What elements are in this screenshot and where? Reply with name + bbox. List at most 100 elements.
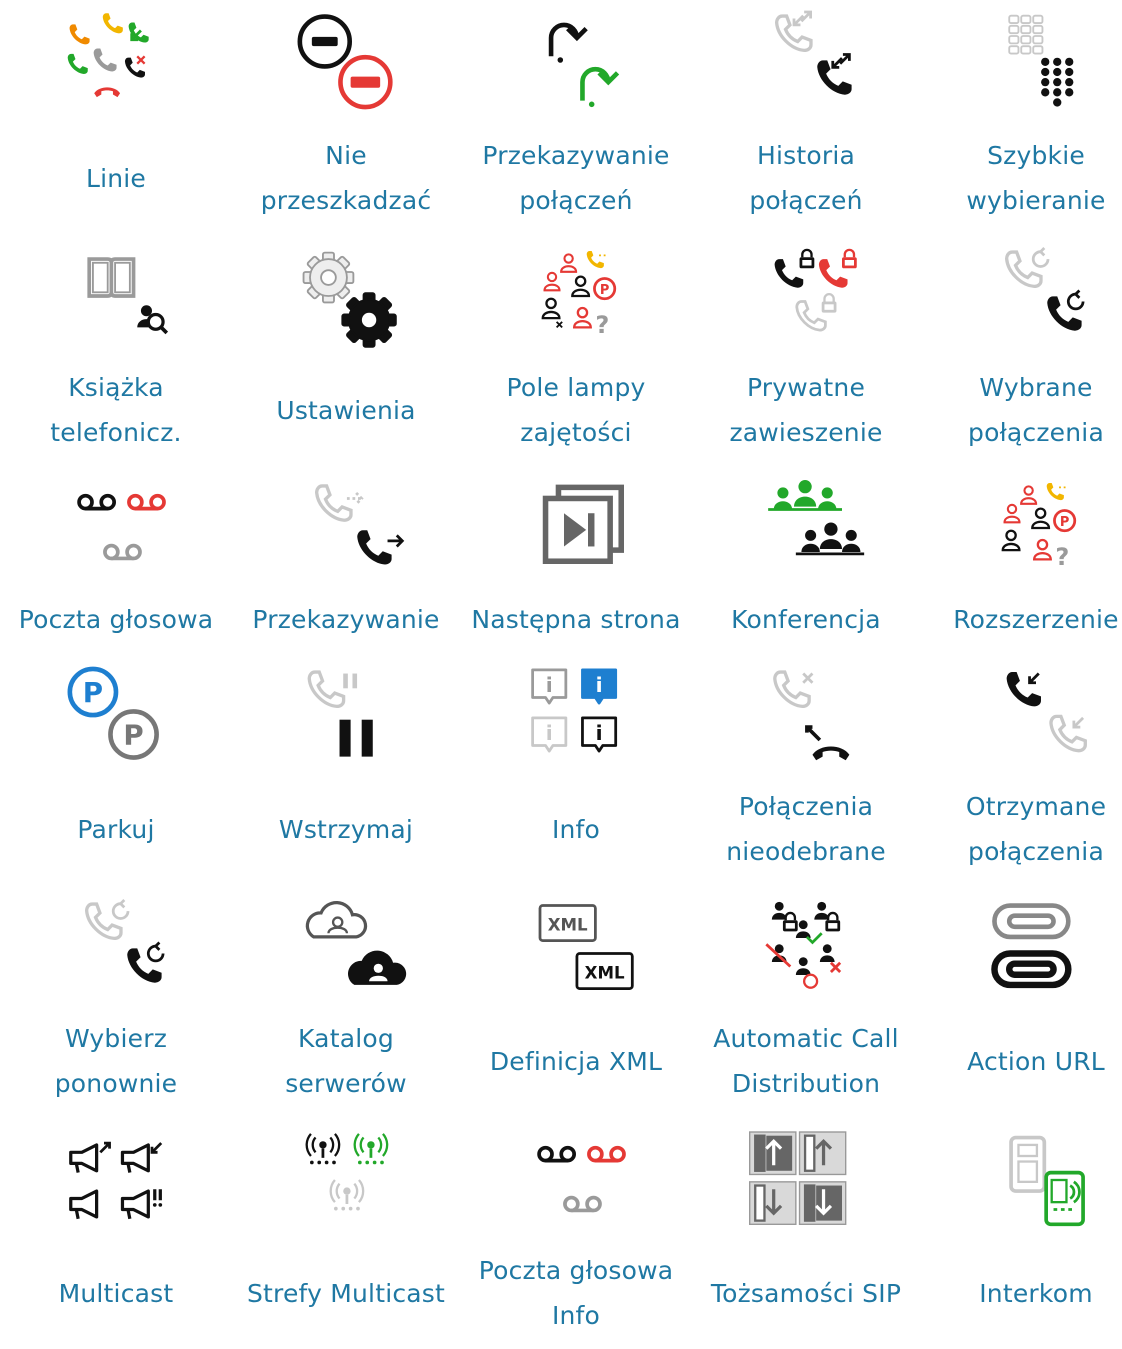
- tile-label: Poczta głosowa Info: [461, 1248, 691, 1338]
- xml-definition-icon: XML XML: [538, 904, 634, 990]
- function-key-tile[interactable]: Strefy Multicast: [231, 1120, 461, 1349]
- tile-label-line: połączenia: [968, 837, 1104, 866]
- tile-label-line: Tożsamości SIP: [710, 1278, 902, 1308]
- function-key-tile[interactable]: Tożsamości SIP: [691, 1120, 921, 1349]
- tile-label-line: ponownie: [54, 1069, 178, 1098]
- action-url-icon: [991, 903, 1072, 989]
- function-key-tile[interactable]: Wstrzymaj: [231, 656, 461, 885]
- svg-text:i: i: [596, 673, 603, 697]
- function-key-tile[interactable]: Ustawienia: [231, 236, 461, 463]
- svg-text:i: i: [546, 721, 553, 745]
- tile-label-line: zawieszenie: [729, 418, 883, 447]
- tile-label: Przekazywanie: [231, 597, 461, 642]
- tile-label: Action URL: [921, 1039, 1122, 1084]
- function-key-tile[interactable]: Konferencja: [691, 468, 921, 651]
- tile-label-line: Poczta głosowa: [18, 604, 214, 634]
- function-key-tile[interactable]: P? Rozszerzenie: [921, 468, 1122, 651]
- tile-label: Przekazywanie połączeń: [461, 133, 691, 223]
- tile-label-line: Wybierz: [64, 1024, 168, 1053]
- tile-label: Strefy Multicast: [231, 1271, 461, 1316]
- transfer-icon: [314, 484, 405, 565]
- function-key-tile[interactable]: Wybrane połączenia: [921, 236, 1122, 463]
- function-key-tile[interactable]: Książka telefonicz.: [1, 236, 231, 463]
- hold-icon: [307, 670, 373, 757]
- function-key-tile[interactable]: Automatic Call Distribution: [691, 888, 921, 1117]
- function-key-tile[interactable]: Multicast: [1, 1120, 231, 1349]
- tile-label: Definicja XML: [461, 1039, 691, 1084]
- received-calls-icon: [1006, 672, 1087, 753]
- tile-label-line: Wybrane: [979, 373, 1093, 402]
- function-key-tile[interactable]: i i i i Info: [461, 656, 691, 885]
- tile-label-line: Rozszerzenie: [953, 604, 1119, 634]
- function-key-tile[interactable]: Połączenia nieodebrane: [691, 656, 921, 885]
- svg-text:XML: XML: [548, 915, 588, 934]
- function-key-tile[interactable]: Katalog serwerów: [231, 888, 461, 1117]
- tile-label: Otrzymane połączenia: [921, 784, 1122, 874]
- tile-label-line: Parkuj: [77, 814, 155, 844]
- function-key-tile[interactable]: Nie przeszkadzać: [231, 0, 461, 231]
- multicast-zones-icon: [305, 1133, 389, 1211]
- tile-label: Wstrzymaj: [231, 807, 461, 852]
- intercom-icon: [1009, 1135, 1085, 1227]
- tile-label-line: Interkom: [979, 1278, 1093, 1308]
- tile-label: Prywatne zawieszenie: [691, 365, 921, 455]
- tile-label-line: nieodebrane: [726, 837, 886, 866]
- tile-label-line: połączeń: [749, 186, 863, 215]
- tile-label-line: Ustawienia: [276, 395, 416, 425]
- private-hold-icon: [774, 248, 857, 332]
- call-forwarding-icon: [548, 22, 620, 108]
- tile-label-line: Otrzymane: [965, 792, 1107, 821]
- function-key-tile[interactable]: Przekazywanie: [231, 468, 461, 651]
- tile-label-line: Połączenia: [738, 792, 874, 821]
- tile-label: Rozszerzenie: [921, 597, 1122, 642]
- tile-label-line: Przekazywanie: [482, 141, 670, 170]
- tile-label-line: telefonicz.: [50, 418, 182, 447]
- park-icon: PP: [67, 666, 159, 760]
- tile-label-line: Szybkie: [987, 141, 1085, 170]
- svg-text:P: P: [1060, 515, 1069, 530]
- tile-label-line: połączenia: [968, 418, 1104, 447]
- tile-label: Nie przeszkadzać: [231, 133, 461, 223]
- svg-text:XML: XML: [585, 963, 625, 982]
- settings-icon: [302, 251, 397, 348]
- tile-label-line: połączeń: [519, 186, 633, 215]
- function-key-tile[interactable]: Poczta głosowa Info: [461, 1120, 691, 1349]
- svg-text:P: P: [123, 719, 143, 752]
- function-key-tile[interactable]: Linie: [1, 0, 231, 231]
- tile-label-line: Nie: [325, 141, 367, 170]
- tile-label-line: Książka: [68, 373, 164, 402]
- svg-text:i: i: [596, 721, 603, 745]
- tile-label: Szybkie wybieranie: [921, 133, 1122, 223]
- tile-label: Konferencja: [691, 597, 921, 642]
- function-key-tile[interactable]: Interkom: [921, 1120, 1122, 1349]
- tile-label-line: Wstrzymaj: [278, 814, 414, 844]
- tile-label: Książka telefonicz.: [1, 365, 231, 455]
- tile-label-line: Automatic Call: [713, 1024, 899, 1053]
- speed-dial-icon: [1008, 14, 1074, 107]
- dialed-calls-icon: [1004, 247, 1085, 331]
- function-key-tile[interactable]: Szybkie wybieranie: [921, 0, 1122, 231]
- multicast-icon: [69, 1141, 163, 1220]
- function-key-tile[interactable]: Następna strona: [461, 468, 691, 651]
- tile-label: Katalog serwerów: [231, 1016, 461, 1106]
- tile-label: Wybierz ponownie: [1, 1016, 231, 1106]
- function-key-tile[interactable]: P? Pole lampy zajętości: [461, 236, 691, 463]
- tile-label-line: Poczta głosowa: [478, 1256, 674, 1285]
- tile-label: Historia połączeń: [691, 133, 921, 223]
- function-key-tile[interactable]: Prywatne zawieszenie: [691, 236, 921, 463]
- function-key-tile[interactable]: Historia połączeń: [691, 0, 921, 231]
- function-key-tile[interactable]: Wybierz ponownie: [1, 888, 231, 1117]
- tile-label-line: Info: [551, 814, 601, 844]
- function-key-tile[interactable]: Przekazywanie połączeń: [461, 0, 691, 231]
- function-key-tile[interactable]: XML XML Definicja XML: [461, 888, 691, 1117]
- phonebook-icon: [87, 257, 169, 335]
- function-key-tile[interactable]: P P Parkuj: [1, 656, 231, 885]
- lines-icon: [67, 13, 149, 98]
- function-key-tile[interactable]: Poczta głosowa: [1, 468, 231, 651]
- function-key-tile[interactable]: Otrzymane połączenia: [921, 656, 1122, 885]
- tile-label-line: Linie: [85, 163, 147, 193]
- tile-label-line: Multicast: [58, 1278, 174, 1308]
- busy-lamp-field-icon: P?: [541, 250, 617, 339]
- tile-label: Tożsamości SIP: [691, 1271, 921, 1316]
- function-key-tile[interactable]: Action URL: [921, 888, 1122, 1117]
